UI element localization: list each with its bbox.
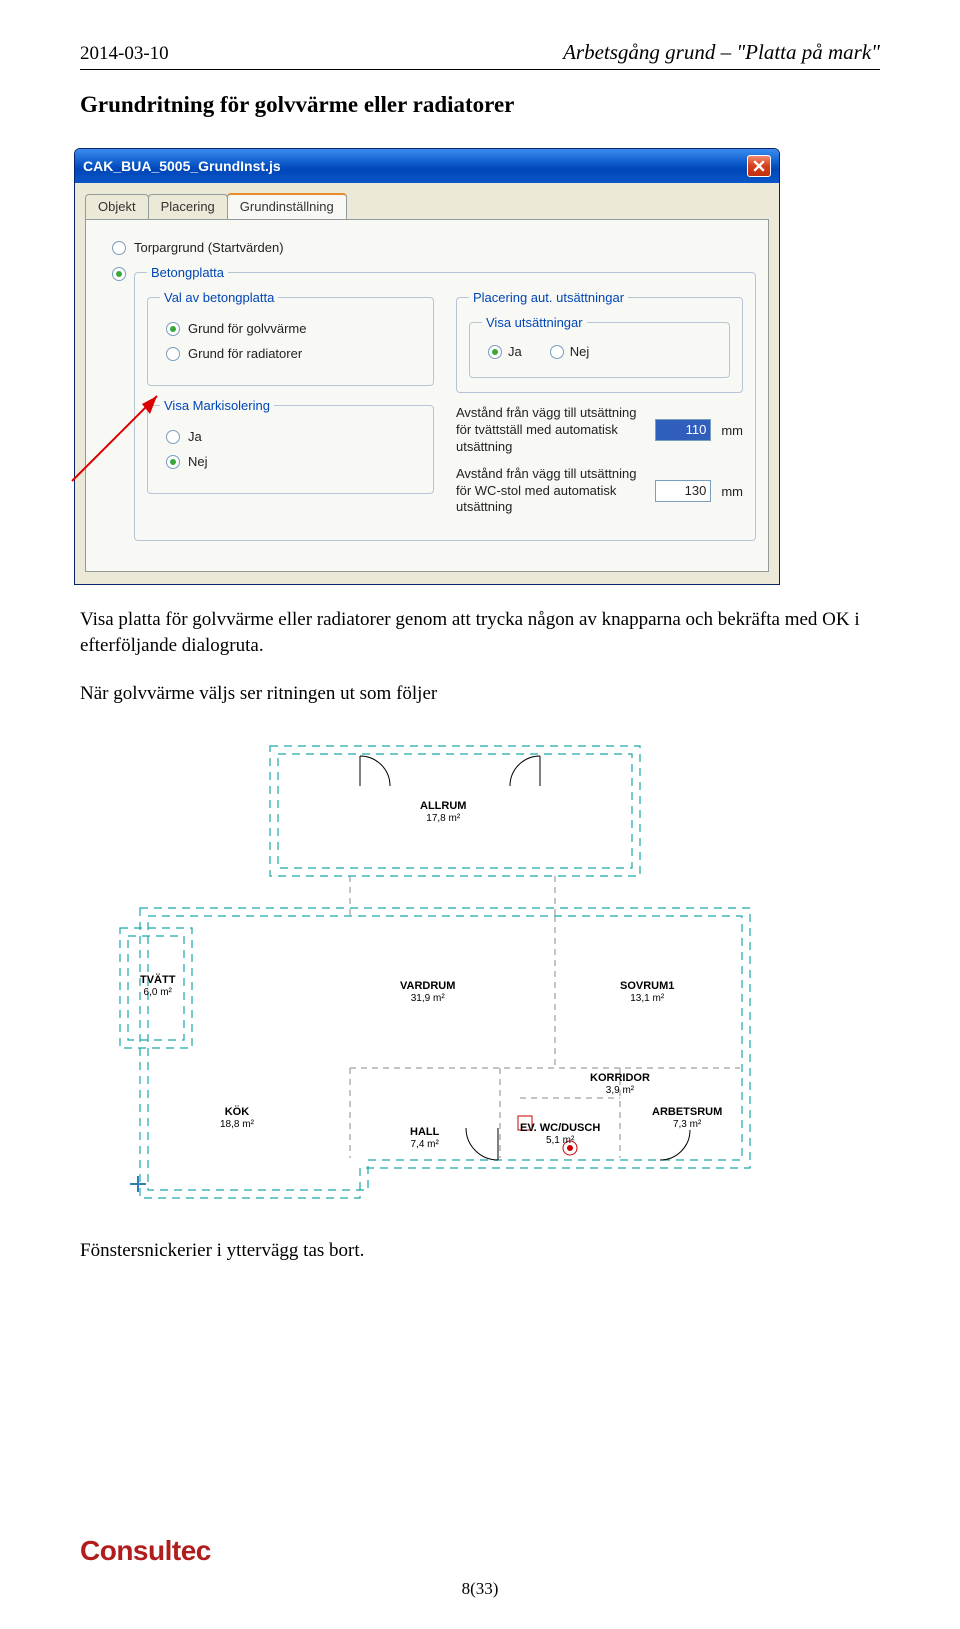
header-doc-title: Arbetsgång grund – "Platta på mark" xyxy=(563,40,880,65)
radio-torpargrund-row: Torpargrund (Startvärden) xyxy=(112,240,756,255)
val-legend: Val av betongplatta xyxy=(160,290,278,305)
paragraph-2: När golvvärme väljs ser ritningen ut som… xyxy=(80,681,880,707)
header-divider xyxy=(80,69,880,70)
row-golvvarme: Grund för golvvärme xyxy=(166,321,421,336)
placering-legend: Placering aut. utsättningar xyxy=(469,290,628,305)
paragraph-1: Visa platta för golvvärme eller radiator… xyxy=(80,607,880,658)
page-header: 2014-03-10 Arbetsgång grund – "Platta på… xyxy=(80,40,880,65)
header-date: 2014-03-10 xyxy=(80,43,169,65)
label-allrum: ALLRUM17,8 m² xyxy=(420,800,466,825)
radio-uts-nej[interactable] xyxy=(550,345,564,359)
section-heading: Grundritning för golvvärme eller radiato… xyxy=(80,92,880,118)
footer-logo: Consultec xyxy=(80,1535,880,1567)
radio-uts-nej-label: Nej xyxy=(570,344,590,359)
label-kok: KÖK18,8 m² xyxy=(220,1106,254,1131)
label-sovrum: SOVRUM113,1 m² xyxy=(620,980,674,1005)
markisolering-legend: Visa Markisolering xyxy=(160,398,274,413)
label-hall: HALL7,4 m² xyxy=(410,1126,439,1151)
radio-mark-nej-label: Nej xyxy=(188,454,208,469)
label-tvatt: Avstånd från vägg till utsättning för tv… xyxy=(456,405,645,456)
close-icon xyxy=(753,160,765,172)
group-betongplatta: Betongplatta Val av betongplatta Grund f… xyxy=(134,265,756,541)
dialog-title: CAK_BUA_5005_GrundInst.js xyxy=(83,158,281,174)
label-korridor: KORRIDOR3,9 m² xyxy=(590,1072,650,1097)
row-mark-nej: Nej xyxy=(166,454,421,469)
dialog-titlebar: CAK_BUA_5005_GrundInst.js xyxy=(75,149,779,183)
betongplatta-legend: Betongplatta xyxy=(147,265,228,280)
tab-objekt[interactable]: Objekt xyxy=(85,194,149,220)
row-uts-nej: Nej xyxy=(550,344,590,359)
tab-placering[interactable]: Placering xyxy=(148,194,228,220)
footer-page-number: 8(33) xyxy=(80,1579,880,1599)
label-wc: Avstånd från vägg till utsättning för WC… xyxy=(456,466,645,517)
label-vardrum: VARDRUM31,9 m² xyxy=(400,980,455,1005)
group-markisolering: Visa Markisolering Ja Nej xyxy=(147,398,434,494)
radio-golvvarme-label: Grund för golvvärme xyxy=(188,321,307,336)
radio-betongplatta[interactable] xyxy=(112,267,126,281)
radio-radiator[interactable] xyxy=(166,347,180,361)
radio-torpargrund-label: Torpargrund (Startvärden) xyxy=(134,240,284,255)
radio-golvvarme[interactable] xyxy=(166,322,180,336)
row-uts-ja: Ja xyxy=(488,344,522,359)
radio-uts-ja-label: Ja xyxy=(508,344,522,359)
radio-mark-nej[interactable] xyxy=(166,455,180,469)
radio-radiator-label: Grund för radiatorer xyxy=(188,346,302,361)
field-row-wc: Avstånd från vägg till utsättning för WC… xyxy=(456,466,743,517)
visa-uts-legend: Visa utsättningar xyxy=(482,315,587,330)
group-placering-uts: Placering aut. utsättningar Visa utsättn… xyxy=(456,290,743,393)
radio-uts-ja[interactable] xyxy=(488,345,502,359)
group-val-betongplatta: Val av betongplatta Grund för golvvärme … xyxy=(147,290,434,386)
floorplan: ALLRUM17,8 m² TVÄTT6,0 m² VARDRUM31,9 m²… xyxy=(100,728,790,1208)
group-visa-uts: Visa utsättningar Ja xyxy=(469,315,730,378)
field-row-tvatt: Avstånd från vägg till utsättning för tv… xyxy=(456,405,743,456)
page-footer: Consultec 8(33) xyxy=(80,1535,880,1599)
label-arbetsrum: ARBETSRUM7,3 m² xyxy=(652,1106,722,1131)
label-tvatt: TVÄTT6,0 m² xyxy=(140,974,175,999)
row-radiator: Grund för radiatorer xyxy=(166,346,421,361)
input-wc[interactable]: 130 xyxy=(655,480,711,502)
dialog-window: CAK_BUA_5005_GrundInst.js Objekt Placeri… xyxy=(74,148,780,585)
row-mark-ja: Ja xyxy=(166,429,421,444)
close-button[interactable] xyxy=(747,155,771,177)
input-tvatt[interactable]: 110 xyxy=(655,419,711,441)
radio-mark-ja[interactable] xyxy=(166,430,180,444)
tab-panel-grundinstallning: Torpargrund (Startvärden) Betongplatta V… xyxy=(85,219,769,572)
paragraph-3: Fönstersnickerier i yttervägg tas bort. xyxy=(80,1238,880,1264)
tab-grundinstallning[interactable]: Grundinställning xyxy=(227,193,347,219)
unit-tvatt: mm xyxy=(721,423,743,438)
radio-torpargrund[interactable] xyxy=(112,241,126,255)
dialog-screenshot: CAK_BUA_5005_GrundInst.js Objekt Placeri… xyxy=(74,148,780,585)
radio-mark-ja-label: Ja xyxy=(188,429,202,444)
unit-wc: mm xyxy=(721,484,743,499)
tab-bar: Objekt Placering Grundinställning xyxy=(75,183,779,219)
label-wc: EV. WC/DUSCH5,1 m² xyxy=(520,1122,600,1147)
